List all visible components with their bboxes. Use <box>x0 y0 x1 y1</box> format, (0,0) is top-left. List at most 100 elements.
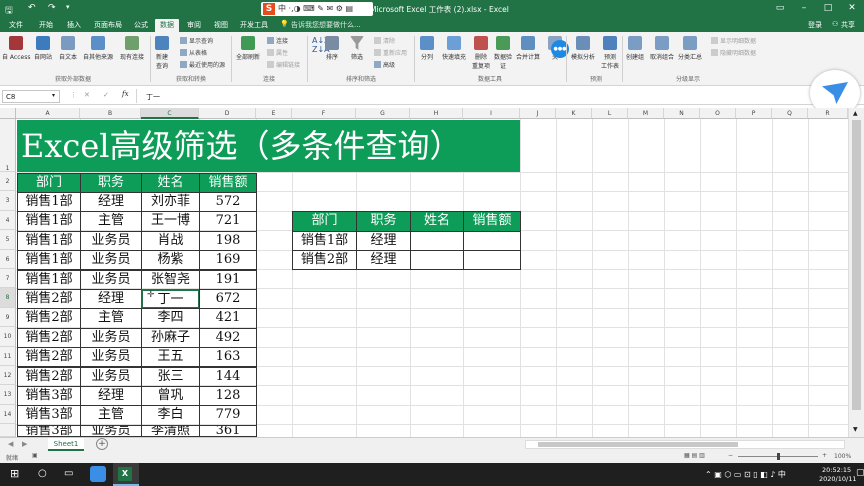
table-cell[interactable]: 主管 <box>80 405 142 426</box>
reapply-button[interactable]: 重新应用 <box>374 48 407 57</box>
table-header-cell[interactable]: 销售额 <box>199 172 257 193</box>
table-cell[interactable]: 李白 <box>141 405 200 426</box>
task-view-icon[interactable]: ▭ <box>64 468 73 479</box>
criteria-cell[interactable] <box>463 230 521 252</box>
what-if-analysis-button[interactable]: 模拟分析 <box>571 36 595 61</box>
table-cell[interactable]: 163 <box>199 347 257 368</box>
advanced-filter-button[interactable]: 高级 <box>374 60 395 69</box>
sheet-title[interactable]: Excel高级筛选（多条件查询） <box>17 120 520 172</box>
row-header[interactable]: 10 <box>0 327 16 347</box>
from-table-button[interactable]: 从表格 <box>180 48 207 57</box>
table-cell[interactable]: 销售3部 <box>17 424 81 437</box>
criteria-header-cell[interactable]: 销售额 <box>463 211 521 232</box>
table-cell[interactable]: 销售3部 <box>17 385 81 407</box>
criteria-header-cell[interactable]: 职务 <box>356 211 411 232</box>
table-header-cell[interactable]: 职务 <box>80 172 142 193</box>
sort-button[interactable]: 排序 <box>325 36 339 61</box>
table-cell[interactable]: 销售2部 <box>17 288 81 310</box>
tell-me-input[interactable]: 告诉我您想要做什么... <box>291 20 361 30</box>
column-header[interactable]: B <box>80 108 141 119</box>
from-text-button[interactable]: 自文本 <box>59 36 77 61</box>
table-cell[interactable]: 492 <box>199 327 257 349</box>
ungroup-button[interactable]: 取消组合 <box>650 36 674 61</box>
criteria-cell[interactable]: 经理 <box>356 230 411 252</box>
table-cell[interactable]: 经理 <box>80 385 142 407</box>
row-header[interactable] <box>0 424 16 437</box>
share-button[interactable]: 共享 <box>841 20 855 30</box>
criteria-cell[interactable] <box>410 250 464 271</box>
from-web-button[interactable]: 自网站 <box>34 36 52 61</box>
filter-button[interactable]: 筛选 <box>350 36 364 61</box>
edit-links-button[interactable]: 编辑链接 <box>267 60 300 69</box>
table-cell[interactable]: 144 <box>199 366 257 387</box>
maximize-button[interactable]: □ <box>820 2 836 15</box>
table-cell[interactable]: 刘亦菲 <box>141 191 200 213</box>
tab-page-layout[interactable]: 页面布局 <box>94 20 122 30</box>
table-cell[interactable]: 业务员 <box>80 269 142 290</box>
table-cell[interactable]: 主管 <box>80 211 142 232</box>
table-cell[interactable]: 销售2部 <box>17 327 81 349</box>
windows-start-icon[interactable]: ⊞ <box>10 467 19 480</box>
zoom-in-icon[interactable]: + <box>822 452 827 459</box>
bird-app-icon[interactable] <box>90 466 106 482</box>
from-access-button[interactable]: 自 Access <box>2 36 30 61</box>
table-cell[interactable]: 业务员 <box>80 327 142 349</box>
table-cell[interactable]: 销售2部 <box>17 347 81 368</box>
connections-button[interactable]: 连接 <box>267 36 288 45</box>
criteria-cell[interactable]: 销售1部 <box>292 230 357 252</box>
name-box-dropdown-icon[interactable]: ▾ <box>52 92 55 99</box>
table-cell[interactable]: 销售2部 <box>17 308 81 329</box>
remove-duplicates-button[interactable]: 删除 重复项 <box>472 36 490 70</box>
table-cell[interactable]: 销售1部 <box>17 250 81 271</box>
ime-toolbar[interactable]: S 中 ·,◑ ⌨ ✎ ✉ ⚙ ▤ <box>261 2 373 16</box>
refresh-all-button[interactable]: 全部刷新 <box>236 36 260 61</box>
scroll-up-icon[interactable]: ▲ <box>853 110 858 117</box>
column-header[interactable]: N <box>664 108 700 119</box>
text-to-columns-button[interactable]: 分列 <box>420 36 434 61</box>
prev-sheet-icon[interactable]: ◀ <box>8 440 13 448</box>
view-buttons-icon[interactable]: ▦ ▤ ▥ <box>684 452 705 459</box>
column-header[interactable]: A <box>16 108 80 119</box>
show-queries-button[interactable]: 显示查询 <box>180 36 213 45</box>
table-header-cell[interactable]: 部门 <box>17 172 81 193</box>
existing-connections-button[interactable]: 现有连接 <box>120 36 144 61</box>
recent-sources-button[interactable]: 最近使用的源 <box>180 60 225 69</box>
vertical-scrollbar[interactable]: ▲ ▼ <box>848 108 864 437</box>
cancel-icon[interactable]: ✕ <box>84 91 90 99</box>
search-icon[interactable]: ○ <box>38 468 47 479</box>
row-header[interactable]: 11 <box>0 346 16 366</box>
from-other-sources-button[interactable]: 自其他来源 <box>83 36 113 61</box>
select-all-corner[interactable] <box>0 108 16 119</box>
column-header[interactable]: G <box>356 108 410 119</box>
table-cell[interactable]: 721 <box>199 211 257 232</box>
tab-insert[interactable]: 插入 <box>67 20 81 30</box>
table-cell[interactable]: 肖战 <box>141 230 200 252</box>
ribbon-options-icon[interactable]: ▭ <box>772 2 788 15</box>
table-cell[interactable]: 业务员 <box>80 230 142 252</box>
table-cell[interactable]: 业务员 <box>80 366 142 387</box>
redo-icon[interactable]: ↷ <box>48 3 56 13</box>
table-cell[interactable]: 业务员 <box>80 250 142 271</box>
undo-icon[interactable]: ↶ <box>28 3 36 13</box>
row-header[interactable]: 5 <box>0 230 16 250</box>
table-cell[interactable]: 421 <box>199 308 257 329</box>
next-sheet-icon[interactable]: ▶ <box>22 440 27 448</box>
criteria-cell[interactable]: 经理 <box>356 250 411 271</box>
table-cell[interactable]: 销售1部 <box>17 230 81 252</box>
table-header-cell[interactable]: 姓名 <box>141 172 200 193</box>
tab-developer[interactable]: 开发工具 <box>240 20 268 30</box>
subtotal-button[interactable]: 分类汇总 <box>678 36 702 61</box>
criteria-header-cell[interactable]: 姓名 <box>410 211 464 232</box>
tab-review[interactable]: 审阅 <box>187 20 201 30</box>
table-cell[interactable]: 张智尧 <box>141 269 200 290</box>
row-header[interactable]: 6 <box>0 249 16 269</box>
table-cell[interactable]: 128 <box>199 385 257 407</box>
criteria-cell[interactable]: 销售2部 <box>292 250 357 271</box>
flash-fill-button[interactable]: 快速填充 <box>442 36 466 61</box>
tab-file[interactable]: 文件 <box>9 20 23 30</box>
properties-button[interactable]: 属性 <box>267 48 288 57</box>
table-cell[interactable]: 经理 <box>80 288 142 310</box>
clock-time[interactable]: 20:52:15 <box>822 466 851 474</box>
table-cell[interactable]: 杨紫 <box>141 250 200 271</box>
row-header[interactable]: 12 <box>0 366 16 386</box>
